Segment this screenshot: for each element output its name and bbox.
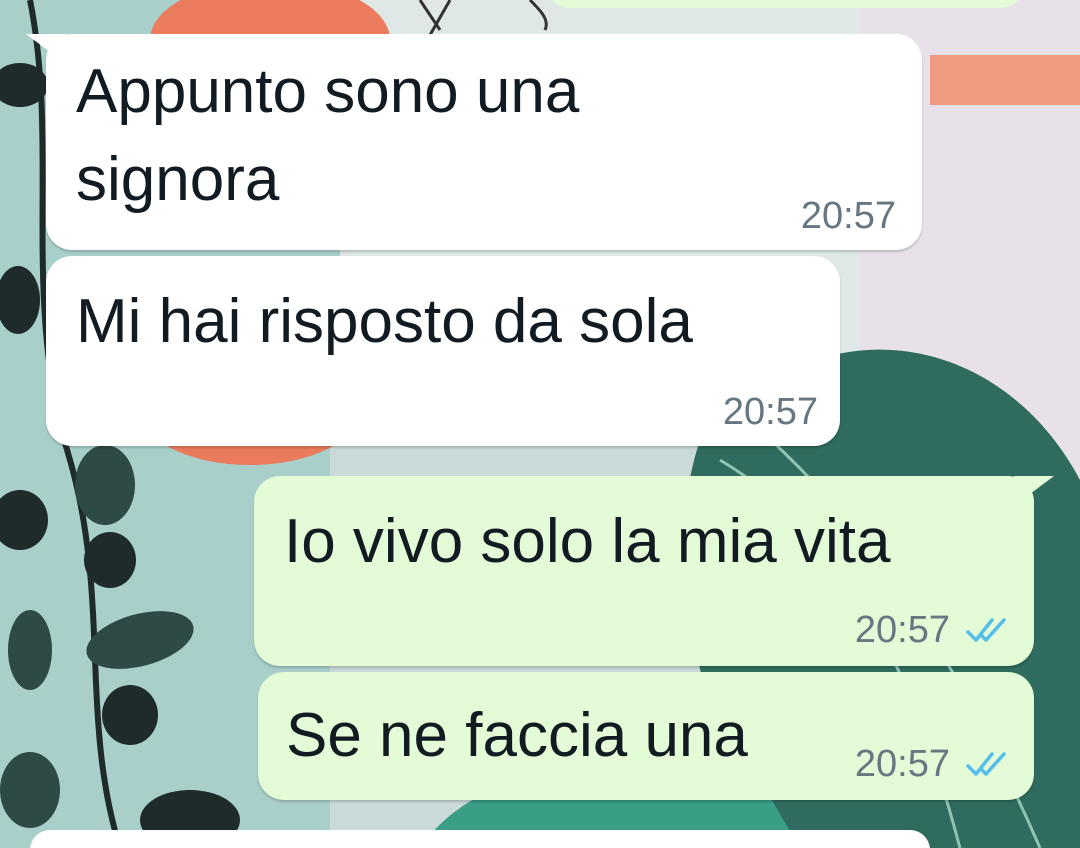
message-text-line: Appunto sono una: [76, 57, 580, 126]
message-timestamp: 20:57: [854, 609, 950, 651]
message-text: Se ne faccia una: [286, 701, 748, 770]
double-check-icon: [966, 752, 1006, 776]
message-text-line: signora: [76, 145, 280, 214]
message-bubble-outgoing[interactable]: Se ne faccia una 20:57: [258, 672, 1034, 800]
message-bubble-incoming[interactable]: Appunto sono una signora 20:57: [46, 34, 922, 250]
message-timestamp: 20:57: [854, 743, 950, 785]
message-text: Io vivo solo la mia vita: [284, 507, 891, 576]
message-timestamp: 20:57: [800, 195, 896, 237]
message-text: Mi hai risposto da sola: [76, 287, 693, 356]
message-timestamp: 20:57: [722, 391, 818, 433]
double-check-icon: [966, 618, 1006, 642]
message-bubble-outgoing[interactable]: Io vivo solo la mia vita 20:57: [254, 476, 1034, 666]
message-bubble-incoming[interactable]: Mi hai risposto da sola 20:57: [46, 256, 840, 446]
message-list[interactable]: Appunto sono una signora 20:57 Mi hai ri…: [0, 0, 1080, 848]
